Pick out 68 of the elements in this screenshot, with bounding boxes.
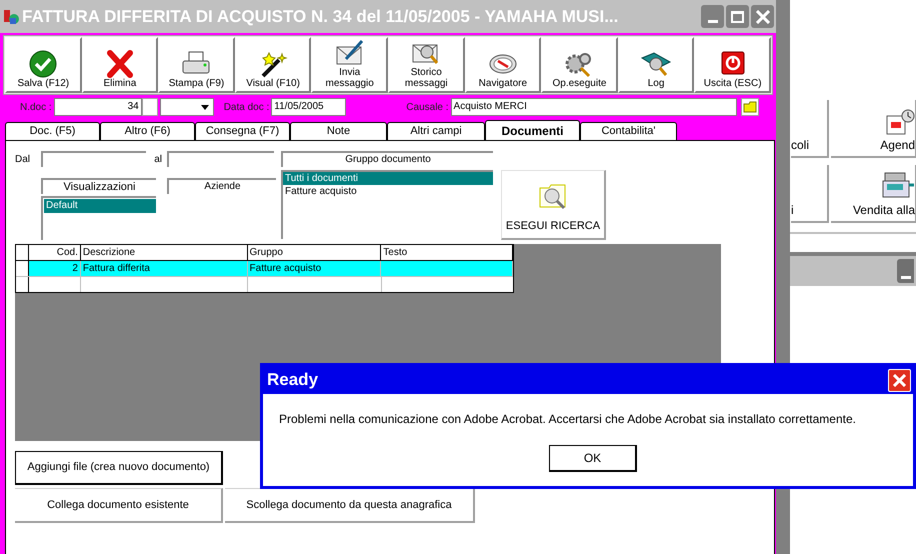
column-header: Testo: [381, 245, 513, 260]
menu-button[interactable]: Vendita alla: [831, 165, 916, 223]
table-row[interactable]: 2 Fattura differita Fatture acquisto: [16, 261, 513, 277]
toolbar-button[interactable]: Storico messaggi: [388, 37, 465, 93]
action-button[interactable]: Scollega documento da questa anagrafica: [225, 488, 475, 523]
tab[interactable]: Doc. (F5): [5, 122, 100, 140]
toolbar-button[interactable]: Navigatore: [464, 37, 542, 93]
minimize-icon[interactable]: [701, 5, 724, 28]
field-label: Causale :: [406, 100, 449, 114]
toolbar-button[interactable]: Elimina: [82, 37, 158, 93]
causale-field[interactable]: Acquisto MERCI: [450, 98, 737, 116]
folder-magnifier-icon: [538, 182, 568, 210]
close-icon[interactable]: [751, 5, 774, 28]
calendar-clock-icon: [885, 108, 915, 136]
small-button[interactable]: [142, 98, 158, 116]
table-cell: Fattura differita: [80, 261, 248, 276]
folder-icon[interactable]: [740, 98, 759, 116]
list-header: Aziende: [167, 178, 276, 194]
dialog-message: Problemi nella comunicazione con Adobe Acrobat. Accertarsi che Adobe Acrobat sia installato correttamente.: [279, 411, 857, 428]
menu-button[interactable]: i: [791, 165, 829, 223]
toolbar-button[interactable]: Log: [618, 37, 694, 93]
document-number-field[interactable]: 34: [54, 98, 142, 116]
action-button[interactable]: Collega documento esistente: [15, 488, 223, 523]
minimize-icon[interactable]: [897, 259, 914, 283]
menu-button[interactable]: Agend: [831, 100, 916, 158]
table-cell: Fatture acquisto: [248, 261, 382, 276]
date-from-field[interactable]: [41, 151, 146, 167]
toolbar-button[interactable]: Op.eseguite: [541, 37, 618, 93]
list-item[interactable]: Fatture acquisto: [283, 185, 493, 198]
table-cell: 2: [28, 261, 81, 276]
envelope-pen-icon: [334, 39, 366, 67]
field-label: Data doc :: [224, 100, 270, 114]
toolbar-button[interactable]: Visual (F10): [234, 37, 312, 93]
column-header: Gruppo: [248, 245, 382, 260]
dialog-title: Ready: [267, 369, 318, 392]
close-icon[interactable]: [888, 368, 911, 392]
list-item[interactable]: Tutti i documenti: [283, 172, 493, 185]
menu-button[interactable]: coli: [791, 100, 829, 158]
tab[interactable]: Consegna (F7): [195, 122, 290, 140]
list-header: Gruppo documento: [281, 151, 493, 167]
tab[interactable]: Note: [290, 122, 387, 140]
window-title: FATTURA DIFFERITA DI ACQUISTO N. 34 del 11/05/2005 - YAMAHA MUSI...: [22, 6, 620, 28]
action-button[interactable]: Aggiungi file (crea nuovo documento): [15, 451, 223, 485]
toolbar-button[interactable]: Invia messaggio: [311, 37, 388, 93]
field-label: Dal: [15, 152, 32, 166]
column-header: Cod.: [28, 245, 81, 260]
tab[interactable]: Altro (F6): [100, 122, 195, 140]
book-magnifier-icon: [640, 50, 672, 78]
toolbar-button[interactable]: Salva (F12): [5, 37, 82, 93]
dropdown[interactable]: [160, 98, 214, 116]
date-to-field[interactable]: [167, 151, 274, 167]
caret-icon: [200, 104, 209, 110]
field-label: N.doc :: [20, 100, 52, 114]
date-field[interactable]: 11/05/2005: [271, 98, 346, 116]
tab[interactable]: Contabilita': [580, 122, 677, 140]
list-header: Visualizzazioni: [41, 178, 156, 194]
ok-button[interactable]: OK: [549, 445, 637, 472]
field-label: al: [153, 152, 163, 166]
toolbar-button[interactable]: Uscita (ESC): [694, 37, 771, 93]
toolbar-button[interactable]: Stampa (F9): [158, 37, 235, 93]
search-button[interactable]: ESEGUI RICERCA: [501, 170, 606, 240]
list-item[interactable]: Default: [44, 199, 156, 213]
tab[interactable]: Altri campi: [387, 122, 485, 140]
maximize-icon[interactable]: [726, 5, 749, 28]
tab[interactable]: Documenti: [485, 120, 580, 140]
check-icon: [27, 50, 60, 78]
column-header: Descrizione: [80, 245, 248, 260]
app-icon: [2, 8, 20, 26]
